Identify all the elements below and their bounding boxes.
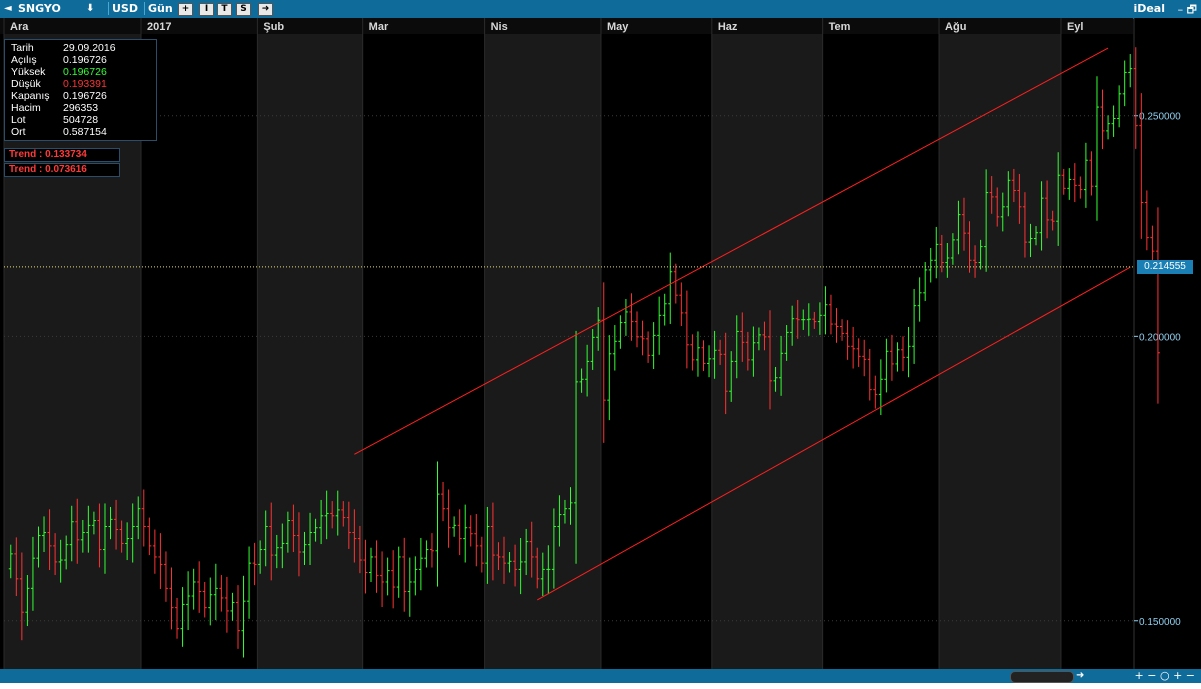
info-value: 0.587154 [63, 126, 107, 138]
scroll-thumb[interactable] [1010, 671, 1074, 683]
info-value: 0.193391 [63, 78, 107, 90]
forward-arrow-icon[interactable]: ➜ [258, 3, 273, 16]
info-row: Yüksek 0.196726 [11, 66, 107, 78]
info-row: Açılış 0.196726 [11, 54, 107, 66]
info-value: 0.196726 [63, 54, 107, 66]
scroll-right-icon[interactable]: ➜ [1076, 669, 1084, 683]
month-label: May [607, 21, 629, 33]
month-label: Nis [491, 21, 508, 33]
indicator-button[interactable]: I [199, 3, 214, 16]
trend-value-1: Trend : 0.133734 [4, 148, 120, 162]
y-tick-label: 0.200000 [1139, 332, 1181, 343]
info-value: 0.196726 [63, 66, 107, 78]
download-arrow-icon[interactable]: ⬇ [86, 2, 94, 15]
brand-label: iDeal [1133, 2, 1165, 15]
info-row: Hacim 296353 [11, 102, 98, 114]
info-label: Hacim [11, 102, 41, 114]
month-label: Mar [369, 21, 389, 33]
month-label: Tem [829, 21, 851, 33]
y-tick-label: 0.250000 [1139, 112, 1181, 123]
info-value: 296353 [63, 102, 99, 114]
month-label: Ağu [945, 21, 966, 33]
month-label: Haz [718, 21, 738, 33]
info-value: 504728 [63, 114, 99, 126]
info-label: Düşük [11, 78, 41, 90]
info-value: 29.09.2016 [63, 42, 116, 54]
chart-scrollbar[interactable]: ➜ + − ○ + − [0, 669, 1201, 683]
info-label: Yüksek [11, 66, 46, 78]
info-label: Açılış [11, 54, 37, 66]
info-row: Düşük 0.193391 [11, 78, 107, 90]
page-bottom-strip [0, 683, 1201, 689]
back-arrow-icon[interactable]: ◄ [4, 2, 12, 15]
info-label: Ort [11, 126, 26, 138]
trend-value-2: Trend : 0.073616 [4, 163, 120, 177]
period-selector[interactable]: Gün [144, 2, 176, 15]
chart-svg: Ara 2017 Şub Mar Nis May Haz Tem Ağu Eyl 0.150000 0… [0, 18, 1201, 669]
symbol-selector[interactable]: SNGYO [18, 2, 61, 15]
month-label: Ara [10, 21, 29, 33]
month-shade [257, 18, 363, 669]
month-label: Şub [263, 21, 284, 33]
info-row: Kapanış 0.196726 [11, 90, 107, 102]
price-chart[interactable]: Ara 2017 Şub Mar Nis May Haz Tem Ağu Eyl 0.150000 0… [0, 18, 1201, 669]
info-label: Lot [11, 114, 26, 126]
add-button[interactable]: + [178, 3, 193, 16]
info-label: Kapanış [11, 90, 50, 102]
y-tick-label: 0.150000 [1139, 617, 1181, 628]
month-shade [939, 18, 1061, 669]
bar-info-panel: Tarih 29.09.2016 Açılış 0.196726 Yüksek 0.196… [4, 39, 157, 141]
system-button[interactable]: S [236, 3, 251, 16]
month-label: 2017 [147, 21, 171, 33]
info-row: Tarih 29.09.2016 [11, 42, 116, 54]
tool-button[interactable]: T [217, 3, 232, 16]
chart-toolbar: ◄ SNGYO ⬇ USD Gün + I T S ➜ iDeal – 🗗 [0, 0, 1201, 19]
info-row: Lot 504728 [11, 114, 98, 126]
info-label: Tarih [11, 42, 34, 54]
zoom-controls[interactable]: + − ○ + − [1135, 669, 1195, 683]
month-label: Eyl [1067, 21, 1084, 33]
current-price-tag: 0.214555 [1137, 259, 1193, 274]
info-value: 0.196726 [63, 90, 107, 102]
info-row: Ort 0.587154 [11, 126, 107, 138]
currency-selector[interactable]: USD [108, 2, 141, 15]
